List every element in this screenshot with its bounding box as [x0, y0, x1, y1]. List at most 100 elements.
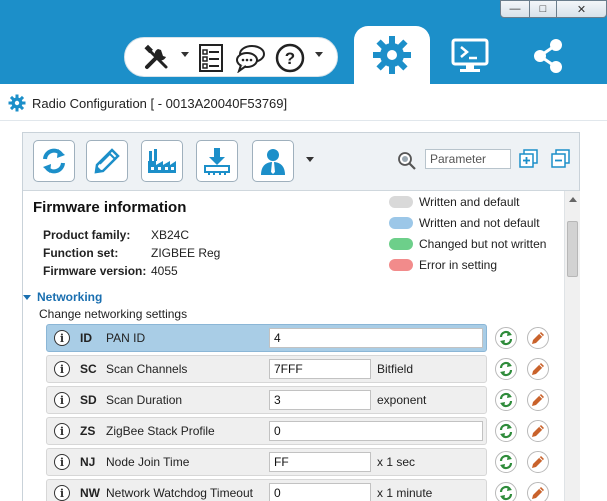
read-button[interactable] — [33, 140, 75, 182]
profile-list-icon — [199, 44, 223, 72]
minimize-icon: — — [509, 3, 521, 15]
write-param-button[interactable] — [527, 420, 549, 442]
param-value-input[interactable] — [269, 359, 371, 379]
info-icon[interactable]: i — [54, 392, 70, 408]
legend-item: Error in setting — [389, 258, 497, 272]
read-param-button[interactable] — [495, 420, 517, 442]
section-subtitle: Change networking settings — [39, 307, 188, 321]
console-terminal-icon — [451, 38, 489, 72]
legend-item: Changed but not written — [389, 237, 546, 251]
header-divider — [0, 120, 607, 121]
parameter-search-input[interactable] — [425, 149, 511, 169]
param-row-nw[interactable]: i NW Network Watchdog Timeout x 1 minute — [46, 479, 487, 501]
read-param-button[interactable] — [495, 358, 517, 380]
legend-item: Written and default — [389, 195, 520, 209]
read-param-icon — [499, 330, 513, 346]
maximize-button[interactable]: □ — [529, 0, 557, 18]
info-icon[interactable]: i — [54, 485, 70, 501]
param-row-id[interactable]: i ID PAN ID — [46, 324, 487, 352]
tab-console[interactable] — [432, 28, 508, 84]
help-dropdown-caret[interactable] — [315, 52, 323, 57]
read-param-icon — [499, 485, 513, 501]
tab-configuration[interactable] — [354, 26, 430, 84]
collapse-triangle-icon — [23, 294, 31, 300]
write-param-button[interactable] — [527, 451, 549, 473]
param-code: NJ — [80, 455, 96, 469]
write-param-button[interactable] — [527, 482, 549, 501]
scroll-thumb[interactable] — [567, 221, 578, 277]
expand-all-icon — [519, 149, 538, 168]
write-param-button[interactable] — [527, 327, 549, 349]
read-param-button[interactable] — [495, 389, 517, 411]
read-param-button[interactable] — [495, 482, 517, 501]
collapse-all-icon — [551, 149, 570, 168]
small-gear-icon — [8, 94, 26, 112]
scroll-up-arrow[interactable] — [569, 197, 577, 202]
maximize-icon: □ — [539, 3, 547, 15]
param-value-input[interactable] — [269, 328, 483, 348]
param-row-zs[interactable]: i ZS ZigBee Stack Profile — [46, 417, 487, 445]
write-param-button[interactable] — [527, 389, 549, 411]
tab-network[interactable] — [510, 28, 586, 84]
write-param-icon — [532, 456, 544, 468]
read-param-button[interactable] — [495, 451, 517, 473]
legend-swatch — [389, 217, 413, 229]
close-button[interactable]: ✕ — [556, 0, 607, 18]
update-firmware-button[interactable] — [196, 140, 238, 182]
legend-swatch — [389, 259, 413, 271]
write-param-icon — [532, 394, 544, 406]
param-row-sd[interactable]: i SD Scan Duration exponent — [46, 386, 487, 414]
profile-icon — [261, 149, 285, 175]
vertical-scrollbar[interactable] — [564, 191, 580, 501]
param-row-sc[interactable]: i SC Scan Channels Bitfield — [46, 355, 487, 383]
collapse-all-button[interactable] — [551, 149, 571, 169]
param-unit: Bitfield — [377, 362, 414, 376]
info-icon[interactable]: i — [54, 361, 70, 377]
settings-scroll-area[interactable]: Firmware information Product family: XB2… — [23, 191, 579, 501]
tools-dropdown-caret[interactable] — [181, 52, 189, 57]
read-param-icon — [499, 454, 513, 470]
help-button[interactable]: ? — [273, 42, 307, 74]
write-button[interactable] — [86, 140, 128, 182]
param-row-nj[interactable]: i NJ Node Join Time x 1 sec — [46, 448, 487, 476]
param-value-input[interactable] — [269, 390, 371, 410]
info-icon[interactable]: i — [54, 423, 70, 439]
close-icon: ✕ — [576, 3, 587, 16]
read-param-icon — [499, 361, 513, 377]
param-name: Node Join Time — [106, 455, 190, 469]
profile-list-button[interactable] — [195, 42, 227, 74]
read-param-button[interactable] — [495, 327, 517, 349]
param-code: ZS — [80, 424, 96, 438]
param-name: PAN ID — [106, 331, 146, 345]
profile-dropdown-caret[interactable] — [306, 157, 314, 162]
write-param-icon — [532, 425, 544, 437]
param-value-input[interactable] — [269, 421, 483, 441]
radio-configuration-area: Firmware information Product family: XB2… — [22, 132, 580, 501]
chat-button[interactable] — [233, 42, 269, 74]
minimize-button[interactable]: — — [500, 0, 530, 18]
param-name: Scan Duration — [106, 393, 183, 407]
param-value-input[interactable] — [269, 483, 371, 501]
radio-config-toolbar — [23, 133, 579, 191]
write-param-button[interactable] — [527, 358, 549, 380]
write-param-icon — [532, 487, 544, 499]
legend-item: Written and not default — [389, 216, 540, 230]
profile-button[interactable] — [252, 140, 294, 182]
search-icon — [398, 152, 416, 170]
section-networking-header[interactable]: Networking — [23, 290, 102, 304]
param-value-input[interactable] — [269, 452, 371, 472]
write-param-icon — [532, 332, 544, 344]
factory-defaults-button[interactable] — [141, 140, 183, 182]
read-icon — [43, 148, 65, 174]
legend-swatch — [389, 238, 413, 250]
info-icon[interactable]: i — [54, 330, 70, 346]
panel-header: Radio Configuration [ - 0013A20040F53769… — [8, 92, 287, 114]
tools-button[interactable] — [139, 42, 175, 74]
expand-all-button[interactable] — [519, 149, 539, 169]
svg-text:?: ? — [285, 49, 295, 68]
read-param-icon — [499, 392, 513, 408]
factory-defaults-icon — [148, 149, 176, 173]
firmware-info-title: Firmware information — [33, 199, 187, 216]
window-title-bar: — □ ✕ — [0, 0, 607, 24]
info-icon[interactable]: i — [54, 454, 70, 470]
